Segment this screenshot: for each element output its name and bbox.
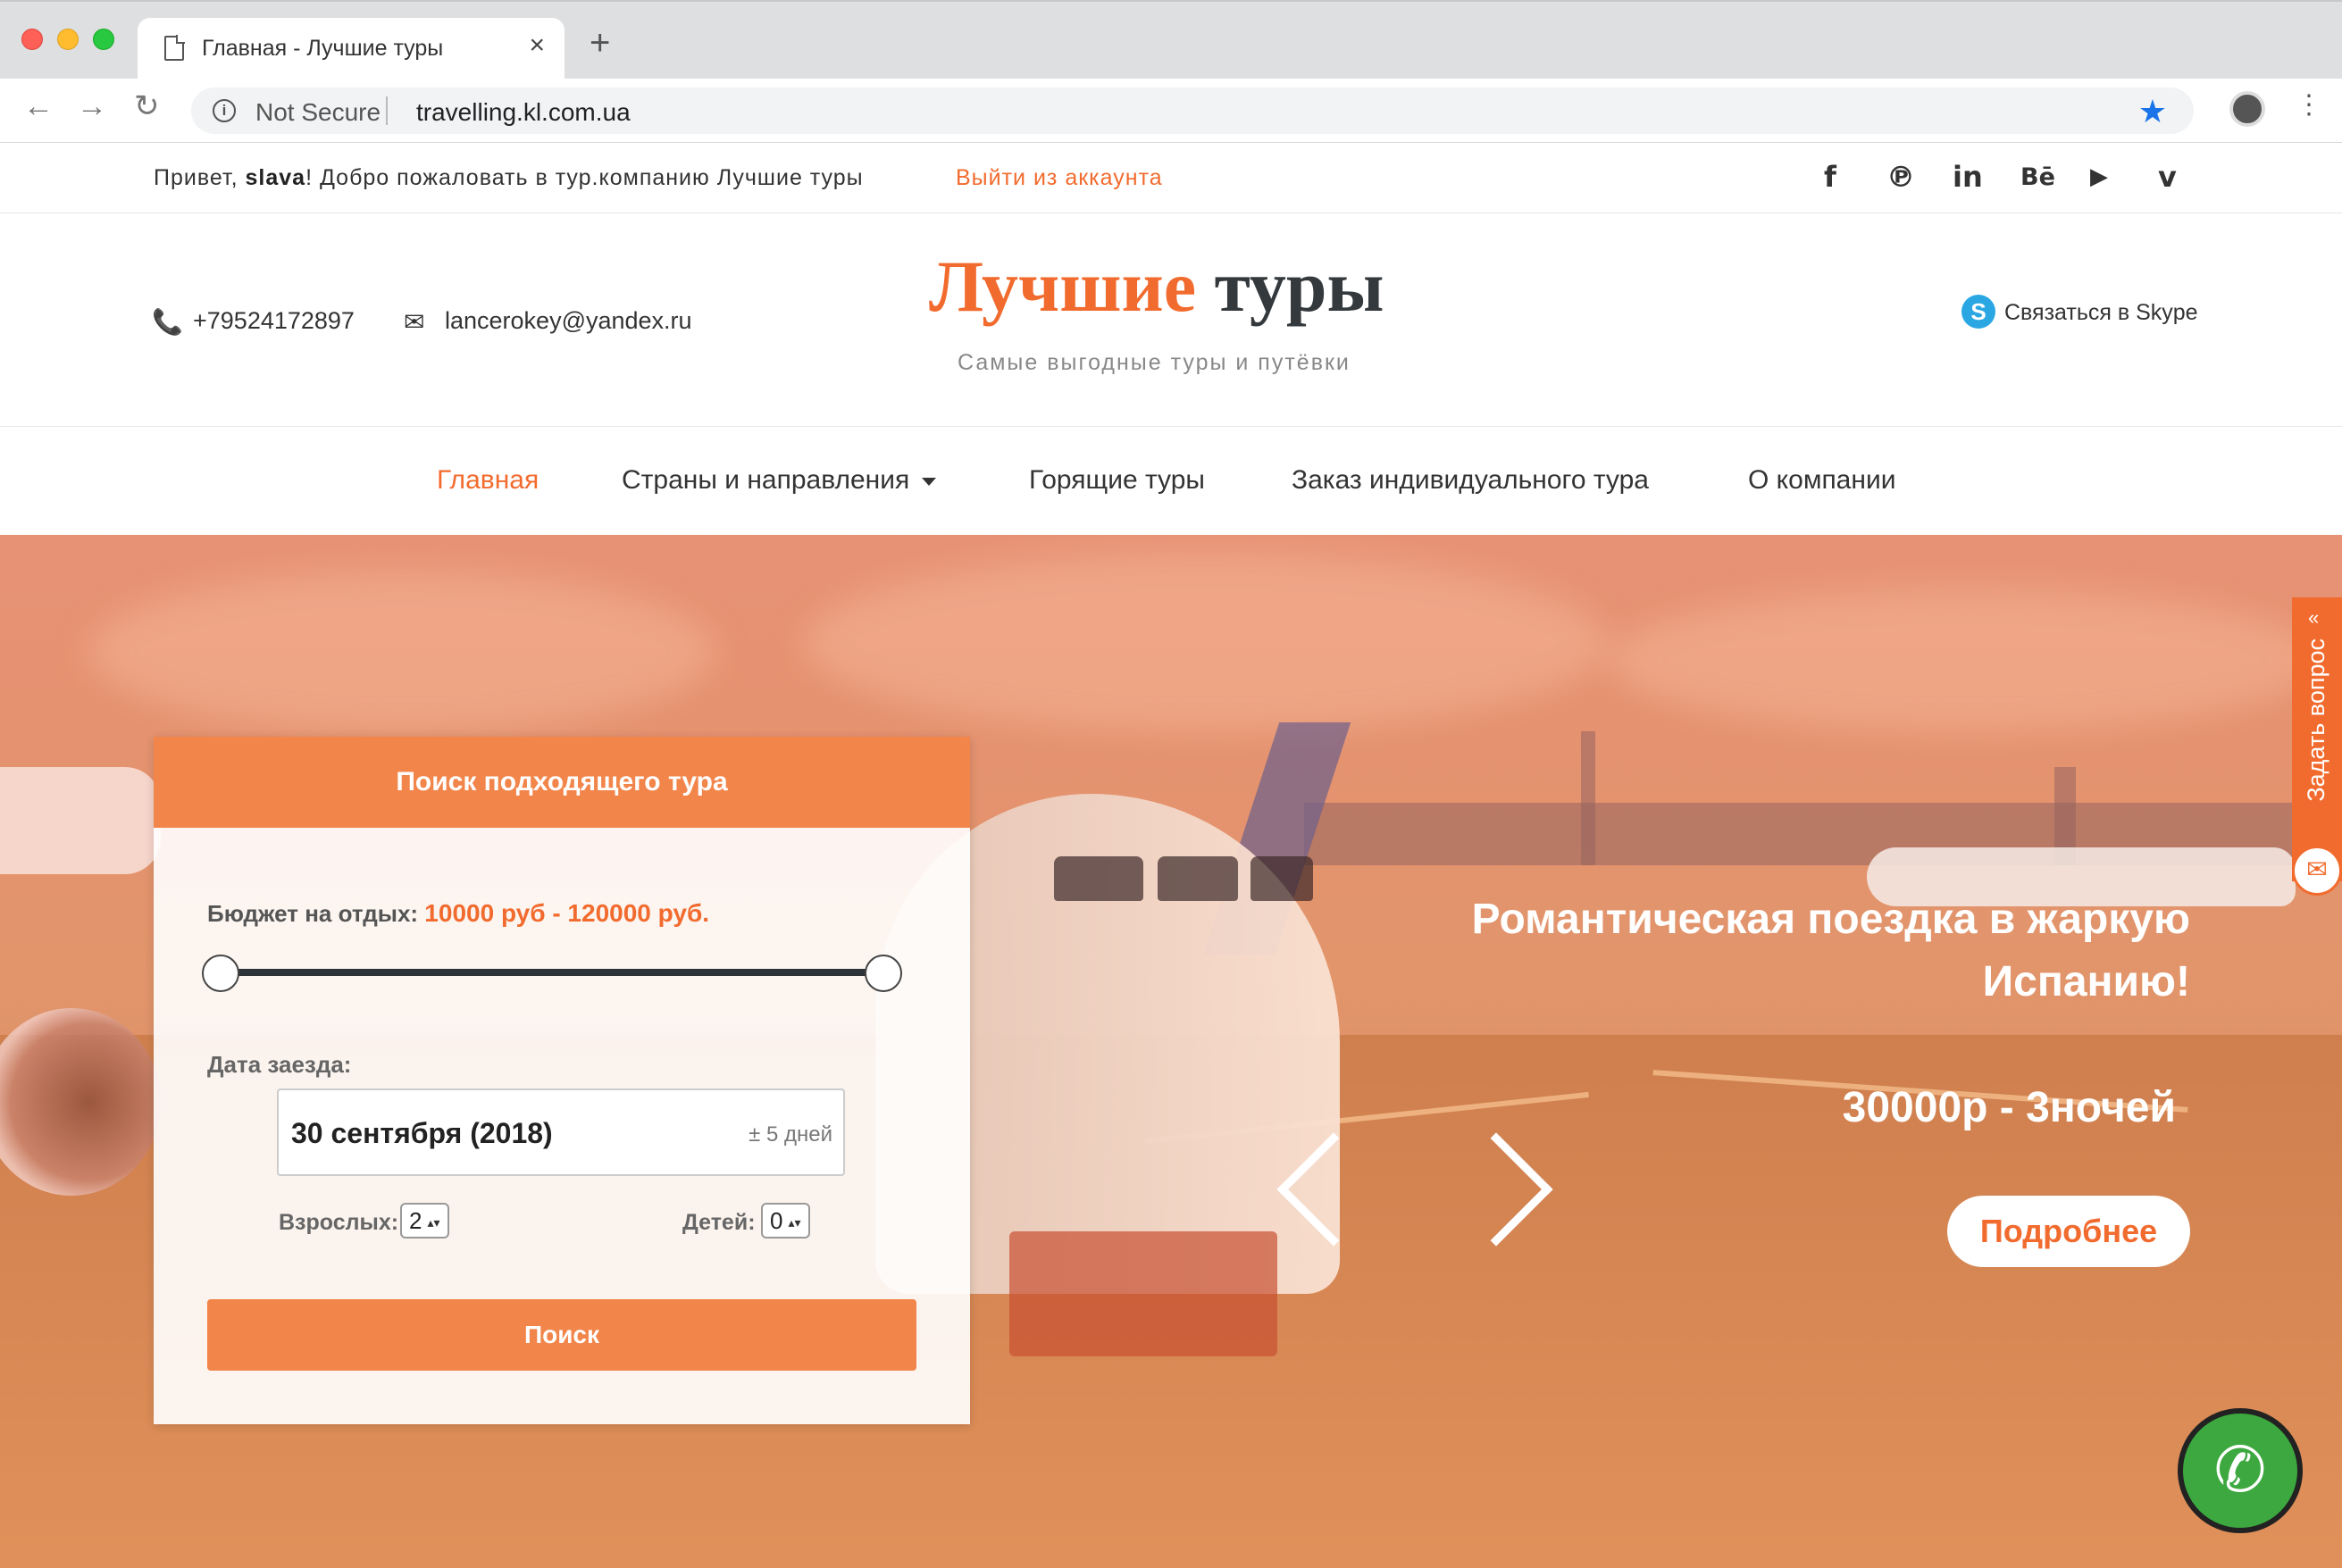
more-button[interactable]: Подробнее <box>1947 1196 2190 1267</box>
main-nav: Главная Страны и направления Горящие тур… <box>0 428 2342 535</box>
budget-value: 10000 руб - 120000 руб. <box>424 899 710 927</box>
budget-max-handle[interactable] <box>865 955 902 992</box>
profile-avatar[interactable] <box>2229 91 2265 127</box>
search-panel-header: Поиск подходящего тура <box>154 737 970 828</box>
vimeo-icon[interactable]: v <box>2158 160 2177 194</box>
minimize-window-button[interactable] <box>57 29 79 50</box>
budget-label: Бюджет на отдых: 10000 руб - 120000 руб. <box>207 899 709 928</box>
tour-search-panel: Поиск подходящего тура Бюджет на отдых: … <box>154 737 970 1424</box>
kids-value: 0 <box>770 1207 783 1234</box>
plane-left <box>0 767 161 874</box>
cloud <box>804 553 1608 731</box>
cloud <box>1608 588 2322 731</box>
envelope-icon[interactable]: ✉ <box>2292 846 2342 896</box>
facebook-icon[interactable]: f <box>1824 160 1836 194</box>
skype-icon[interactable]: S <box>1961 295 1995 329</box>
date-label: Дата заезда: <box>207 1051 352 1078</box>
nav-item-custom-tour[interactable]: Заказ индивидуального тура <box>1292 465 1649 496</box>
budget-label-text: Бюджет на отдых: <box>207 900 419 927</box>
phone-number[interactable]: +79524172897 <box>193 307 355 335</box>
caret-down-icon <box>922 477 937 486</box>
username: slava <box>245 165 306 190</box>
phone-icon: 📞 <box>152 308 183 336</box>
url-text[interactable]: travelling.kl.com.ua <box>416 98 631 127</box>
logo-part-1: Лучшие <box>929 246 1197 327</box>
browser-menu-icon[interactable]: ⋮ <box>2296 89 2322 121</box>
slide-title: Романтическая поездка в жаркую Испанию! <box>1471 896 2190 1005</box>
email-link[interactable]: lancerokey@yandex.ru <box>445 307 692 335</box>
site-topbar: Привет, slava! Добро пожаловать в тур.ко… <box>0 144 2342 213</box>
url-separator <box>386 96 388 125</box>
back-icon[interactable]: ← <box>23 91 54 121</box>
cockpit-window <box>1054 856 1143 901</box>
nav-item-home[interactable]: Главная <box>437 465 539 496</box>
youtube-icon[interactable]: ▶ <box>2090 163 2108 190</box>
adults-value: 2 <box>409 1207 422 1234</box>
hero-slider: Поиск подходящего тура Бюджет на отдых: … <box>0 535 2342 1568</box>
browser-tab-bar: Главная - Лучшие туры × + <box>0 0 2342 80</box>
new-tab-button[interactable]: + <box>590 25 610 61</box>
omnibox[interactable]: i Not Secure travelling.kl.com.ua ★ <box>191 88 2194 134</box>
slogan: Самые выгодные туры и путёвки <box>958 350 1351 375</box>
date-field[interactable]: 30 сентября (2018) ± 5 дней <box>277 1088 845 1176</box>
bookmark-star-icon[interactable]: ★ <box>2138 93 2167 130</box>
stepper-icon: ▴▾ <box>788 1215 801 1230</box>
cloud <box>89 571 715 731</box>
logout-link[interactable]: Выйти из аккаунта <box>956 165 1163 191</box>
slide-price: 30000р - 3ночей <box>1842 1084 2176 1131</box>
reload-icon[interactable]: ↻ <box>134 91 160 121</box>
ask-question-label[interactable]: Задать вопрос <box>2303 638 2330 802</box>
nav-item-countries[interactable]: Страны и направления <box>622 465 937 496</box>
linkedin-icon[interactable]: in <box>1953 160 1983 194</box>
date-range: ± 5 дней <box>749 1122 832 1147</box>
logo-part-2: туры <box>1214 246 1384 327</box>
greeting-suffix: ! Добро пожаловать в тур.компанию Лучшие… <box>305 165 864 190</box>
pinterest-icon[interactable]: ℗ <box>1886 160 1915 194</box>
browser-tab[interactable]: Главная - Лучшие туры × <box>138 18 565 80</box>
mail-icon: ✉ <box>404 308 425 336</box>
phone-icon: ✆ <box>2213 1435 2267 1505</box>
adults-select[interactable]: 2 ▴▾ <box>400 1203 449 1239</box>
budget-slider[interactable] <box>222 969 884 976</box>
adults-label: Взрослых: <box>279 1210 399 1235</box>
security-label[interactable]: Not Secure <box>255 98 381 127</box>
tab-title: Главная - Лучшие туры <box>202 36 444 61</box>
nav-item-about[interactable]: О компании <box>1748 465 1895 496</box>
document-icon <box>164 35 185 61</box>
close-tab-icon[interactable]: × <box>529 30 545 61</box>
chevron-left-icon: « <box>2308 606 2320 629</box>
stepper-icon: ▴▾ <box>427 1215 440 1230</box>
site-logo[interactable]: Лучшие туры <box>929 250 1384 323</box>
greeting-prefix: Привет, <box>154 165 238 190</box>
kids-select[interactable]: 0 ▴▾ <box>761 1203 810 1239</box>
call-button[interactable]: ✆ <box>2178 1408 2303 1533</box>
city-tower <box>1581 731 1595 865</box>
budget-min-handle[interactable] <box>202 955 239 992</box>
kids-label: Детей: <box>682 1210 756 1235</box>
tow-tug <box>1009 1231 1277 1356</box>
behance-icon[interactable]: Bē <box>2020 163 2055 191</box>
address-bar-row: ← → ↻ i Not Secure travelling.kl.com.ua … <box>0 79 2342 143</box>
info-icon[interactable]: i <box>213 99 236 122</box>
skype-link[interactable]: Связаться в Skype <box>2004 300 2198 326</box>
date-value: 30 сентября (2018) <box>291 1117 553 1149</box>
maximize-window-button[interactable] <box>93 29 114 50</box>
site-header: 📞 +79524172897 ✉ lancerokey@yandex.ru Лу… <box>0 214 2342 427</box>
cockpit-window <box>1158 856 1238 901</box>
nav-item-countries-label: Страны и направления <box>622 465 910 495</box>
greeting: Привет, slava! Добро пожаловать в тур.ко… <box>154 165 864 191</box>
search-title: Поиск подходящего тура <box>396 767 728 797</box>
search-button[interactable]: Поиск <box>207 1299 916 1371</box>
close-window-button[interactable] <box>21 29 43 50</box>
forward-icon[interactable]: → <box>77 91 107 121</box>
nav-item-hot-tours[interactable]: Горящие туры <box>1029 465 1205 496</box>
